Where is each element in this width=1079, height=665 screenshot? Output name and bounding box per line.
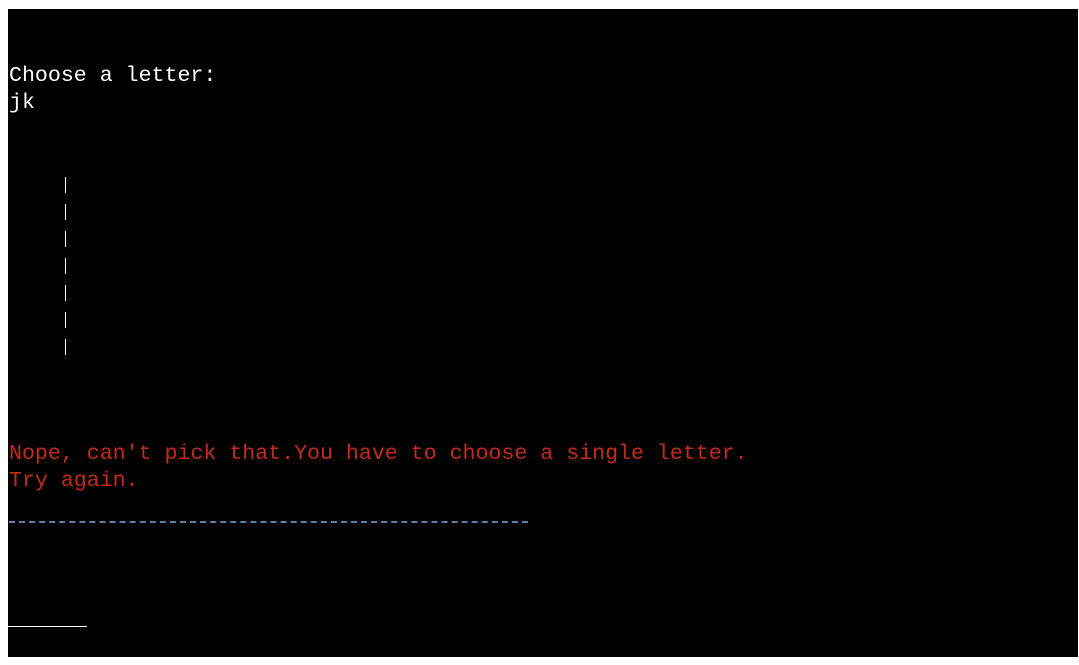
hangman-pole-segment — [65, 204, 66, 220]
error-message-line-2: Try again. — [9, 469, 139, 493]
hangman-pole-segment — [65, 258, 66, 274]
hangman-pole-segment — [65, 285, 66, 301]
hangman-pole-segment — [65, 339, 66, 355]
terminal-window[interactable]: Choose a letter: jk Nope, can't pick tha… — [8, 9, 1078, 657]
word-blank-underline — [8, 626, 87, 627]
hangman-pole-segment — [65, 231, 66, 247]
user-input-echo: jk — [9, 91, 35, 115]
error-message-line-1: Nope, can't pick that.You have to choose… — [9, 442, 748, 466]
prompt-text: Choose a letter: — [9, 64, 217, 88]
hangman-pole-segment — [65, 177, 66, 193]
divider-line — [9, 521, 528, 523]
hangman-pole-segment — [65, 312, 66, 328]
